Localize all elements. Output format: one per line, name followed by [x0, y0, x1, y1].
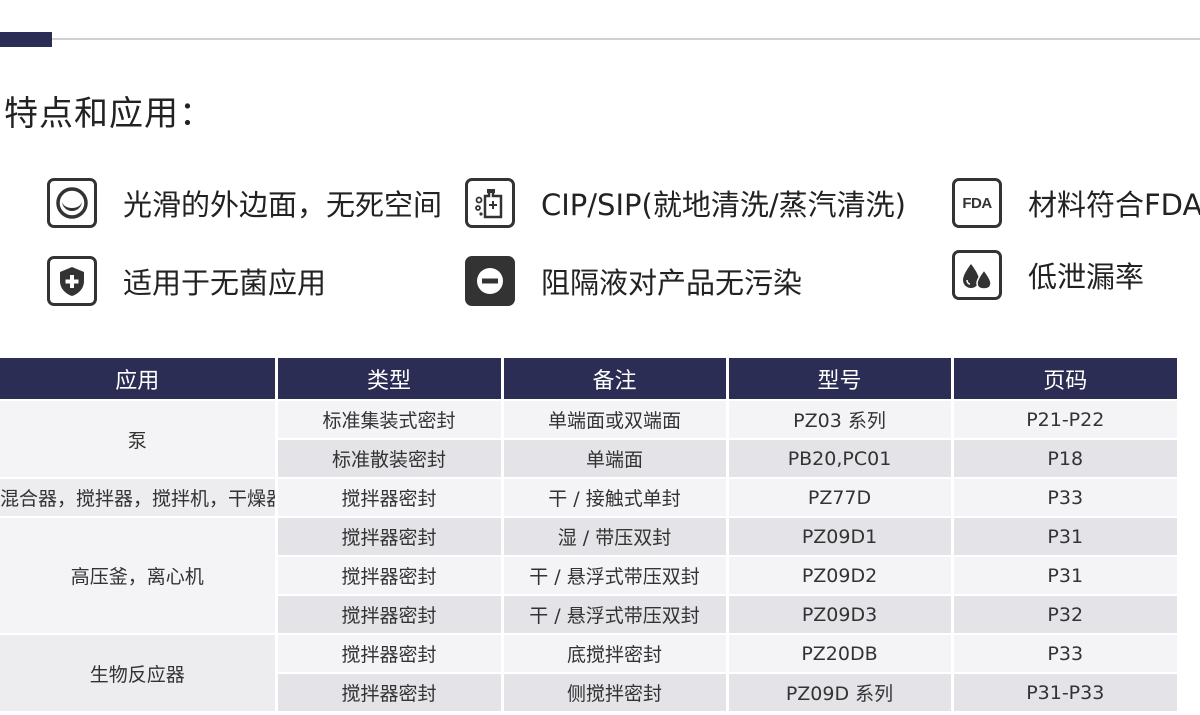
model-cell: PZ09D2: [725, 555, 952, 595]
note-cell: 单端面: [500, 438, 727, 478]
note-cell: 湿 / 带压双封: [500, 516, 727, 556]
type-cell: 标准散装密封: [274, 438, 502, 478]
note-cell: 底搅拌密封: [500, 633, 727, 673]
header-application: 应用: [0, 358, 276, 400]
note-cell: 干 / 悬浮式带压双封: [500, 594, 727, 634]
application-text: 混合器，搅拌器，搅拌机，干燥器: [0, 488, 276, 510]
feature-text: 阻隔液对产品无污染: [541, 266, 803, 300]
type-cell: 搅拌器密封: [274, 633, 502, 673]
low-leak-drops-icon: [952, 250, 1002, 300]
note-cell: 单端面或双端面: [500, 399, 727, 439]
application-cell: 泵: [0, 399, 276, 478]
type-cell: 标准集装式密封: [274, 399, 502, 439]
fda-icon: FDA: [952, 178, 1002, 228]
note-cell: 干 / 接触式单封: [500, 477, 727, 517]
top-divider-line: [0, 38, 1200, 40]
top-accent-bar: [0, 32, 52, 47]
table-row: 泵 标准集装式密封 单端面或双端面 PZ03 系列 P21-P22: [0, 399, 1177, 478]
page-cell: P31: [950, 516, 1177, 556]
page-cell: P31-P33: [950, 672, 1177, 711]
feature-text: 适用于无菌应用: [123, 266, 327, 300]
header-page: 页码: [950, 358, 1177, 400]
model-cell: PZ20DB: [725, 633, 952, 673]
model-cell: PB20,PC01: [725, 438, 952, 478]
feature-barrier: 阻隔液对产品无污染: [465, 256, 802, 306]
section-title: 特点和应用：: [4, 94, 214, 134]
type-cell: 搅拌器密封: [274, 555, 502, 595]
table-header-row: 应用 类型 备注 型号 页码: [0, 358, 1177, 400]
feature-low-leak: 低泄漏率: [952, 250, 1144, 300]
model-cell: PZ03 系列: [725, 399, 952, 439]
sterile-shield-icon: [47, 256, 97, 306]
type-cell: 搅拌器密封: [274, 672, 502, 711]
note-cell: 干 / 悬浮式带压双封: [500, 555, 727, 595]
type-cell: 搅拌器密封: [274, 594, 502, 634]
application-table: 应用 类型 备注 型号 页码 泵 标准集装式密封 单端面或双端面 PZ03 系列…: [0, 358, 1177, 711]
table-row: 生物反应器 搅拌器密封 底搅拌密封 PZ20DB P33: [0, 633, 1177, 711]
header-note: 备注: [500, 358, 727, 400]
model-cell: PZ09D 系列: [725, 672, 952, 711]
model-cell: PZ09D3: [725, 594, 952, 634]
smooth-surface-icon: [47, 178, 97, 228]
page-cell: P18: [950, 438, 1177, 478]
fda-icon-text: FDA: [962, 194, 992, 212]
header-type: 类型: [274, 358, 502, 400]
application-cell: 混合器，搅拌器，搅拌机，干燥器: [0, 477, 276, 517]
page-cell: P21-P22: [950, 399, 1177, 439]
page-cell: P33: [950, 477, 1177, 517]
application-cell: 高压釜，离心机: [0, 516, 276, 634]
feature-sterile: 适用于无菌应用: [47, 256, 326, 306]
table-row: 高压釜，离心机 搅拌器密封 湿 / 带压双封 PZ09D1 P31: [0, 516, 1177, 634]
model-cell: PZ77D: [725, 477, 952, 517]
note-cell: 侧搅拌密封: [500, 672, 727, 711]
barrier-minus-icon: [465, 256, 515, 306]
header-model: 型号: [725, 358, 952, 400]
feature-smooth-surface: 光滑的外边面，无死空间: [47, 178, 442, 228]
feature-text: 光滑的外边面，无死空间: [123, 188, 443, 222]
feature-text: CIP/SIP(就地清洗/蒸汽清洗): [541, 188, 906, 222]
cip-sip-icon: [465, 178, 515, 228]
type-cell: 搅拌器密封: [274, 477, 502, 517]
feature-fda: FDA 材料符合FDA: [952, 178, 1200, 228]
feature-text: 低泄漏率: [1028, 260, 1145, 294]
feature-text: 材料符合FDA: [1028, 188, 1200, 222]
table-row: 混合器，搅拌器，搅拌机，干燥器 搅拌器密封 干 / 接触式单封 PZ77D P3…: [0, 477, 1177, 517]
model-cell: PZ09D1: [725, 516, 952, 556]
page-cell: P31: [950, 555, 1177, 595]
page-cell: P33: [950, 633, 1177, 673]
feature-cip-sip: CIP/SIP(就地清洗/蒸汽清洗): [465, 178, 906, 228]
page-cell: P32: [950, 594, 1177, 634]
application-cell: 生物反应器: [0, 633, 276, 711]
type-cell: 搅拌器密封: [274, 516, 502, 556]
